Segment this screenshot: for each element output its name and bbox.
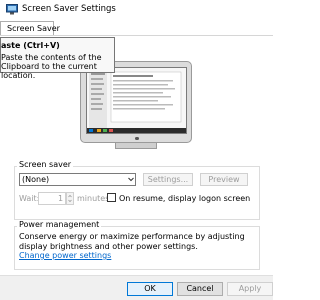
spinner-arrows-icon: [68, 194, 72, 203]
tab-divider: [0, 35, 273, 36]
screen-saver-dropdown[interactable]: (None): [19, 173, 136, 186]
settings-button[interactable]: Settings...: [143, 173, 193, 186]
tab-label: Screen Saver: [7, 24, 60, 33]
wait-spinner[interactable]: [66, 192, 74, 205]
cancel-button[interactable]: Cancel: [177, 282, 223, 296]
minutes-label: minutes: [77, 194, 110, 203]
screen-saver-window-icon: [6, 4, 18, 15]
power-led: [135, 137, 139, 140]
ok-button[interactable]: OK: [127, 282, 173, 296]
power-management-group-label: Power management: [17, 220, 102, 229]
wait-minutes-input[interactable]: 1: [38, 192, 66, 205]
screen-saver-selected-value: (None): [22, 175, 50, 184]
change-power-settings-link[interactable]: Change power settings: [19, 251, 111, 260]
tab-screen-saver[interactable]: Screen Saver: [0, 21, 60, 35]
tooltip-description: Paste the contents of the Clipboard to t…: [1, 53, 102, 80]
resume-logon-checkbox[interactable]: [107, 193, 116, 202]
wait-label: Wait:: [19, 194, 40, 203]
power-description: Conserve energy or maximize performance …: [19, 232, 245, 251]
preview-button[interactable]: Preview: [200, 173, 248, 186]
title-bar: Screen Saver Settings: [0, 0, 273, 20]
tooltip-title: aste (Ctrl+V): [1, 41, 60, 50]
screen-saver-group-label: Screen saver: [17, 160, 74, 169]
chevron-down-icon: [128, 177, 134, 182]
paste-tooltip: aste (Ctrl+V) Paste the contents of the …: [0, 37, 115, 80]
resume-logon-label[interactable]: On resume, display logon screen: [119, 194, 250, 203]
wait-value: 1: [58, 194, 64, 203]
window-title: Screen Saver Settings: [22, 4, 116, 14]
monitor-stand: [115, 143, 157, 149]
apply-button[interactable]: Apply: [227, 282, 273, 296]
